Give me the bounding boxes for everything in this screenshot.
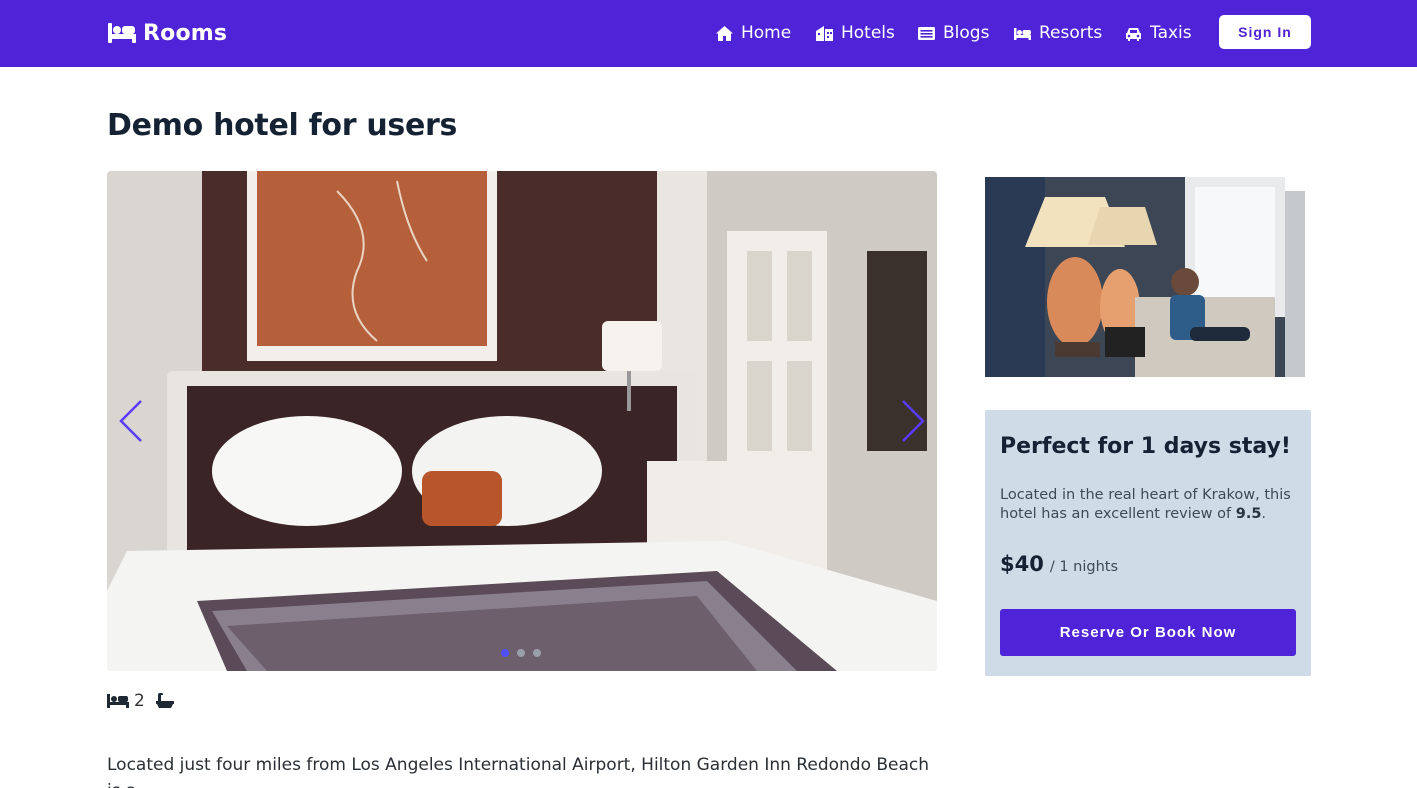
carousel-dot-2[interactable] bbox=[517, 649, 525, 657]
brand-logo-link[interactable]: Rooms bbox=[107, 19, 227, 47]
nav-link-taxis-label: Taxis bbox=[1150, 23, 1192, 43]
price-unit: / 1 nights bbox=[1049, 559, 1119, 575]
newspaper-icon bbox=[918, 26, 935, 40]
booking-card: Perfect for 1 days stay! Located in the … bbox=[985, 410, 1311, 676]
car-icon bbox=[1126, 27, 1141, 41]
price-amount: $40 bbox=[1000, 552, 1044, 576]
side-gallery-photo[interactable] bbox=[985, 177, 1311, 377]
booking-title: Perfect for 1 days stay! bbox=[1000, 434, 1291, 459]
nav-link-home[interactable]: Home bbox=[715, 20, 791, 46]
sign-in-button[interactable]: Sign In bbox=[1219, 15, 1311, 49]
nav-link-hotels-label: Hotels bbox=[841, 23, 895, 43]
chevron-left-icon bbox=[119, 400, 142, 442]
nav-link-blogs-label: Blogs bbox=[943, 23, 990, 43]
nav-link-resorts[interactable]: Resorts bbox=[1013, 20, 1102, 46]
nav-link-taxis[interactable]: Taxis bbox=[1124, 20, 1192, 46]
hotel-image-carousel[interactable] bbox=[107, 171, 937, 671]
price-row: $40 / 1 nights bbox=[1000, 552, 1118, 576]
room-amenities: 2 bbox=[107, 690, 176, 712]
top-navbar: Rooms Home Hotels Blogs Resorts Taxis Si… bbox=[0, 0, 1417, 67]
carousel-dot-3[interactable] bbox=[533, 649, 541, 657]
chevron-right-icon bbox=[902, 400, 925, 442]
reserve-button[interactable]: Reserve Or Book Now bbox=[1000, 609, 1296, 656]
bed-count: 2 bbox=[134, 691, 145, 711]
carousel-prev-button[interactable] bbox=[115, 397, 145, 445]
booking-description: Located in the real heart of Krakow, thi… bbox=[1000, 486, 1300, 524]
nav-link-hotels[interactable]: Hotels bbox=[815, 20, 895, 46]
lounge-photo bbox=[985, 177, 1305, 377]
home-icon bbox=[716, 25, 733, 41]
hotel-icon bbox=[816, 25, 833, 41]
nav-link-resorts-label: Resorts bbox=[1039, 23, 1103, 43]
hotel-description: Located just four miles from Los Angeles… bbox=[107, 755, 930, 788]
bed-icon bbox=[1014, 27, 1031, 40]
nav-link-home-label: Home bbox=[741, 23, 792, 43]
carousel-next-button[interactable] bbox=[899, 397, 929, 445]
bed-icon bbox=[108, 23, 136, 43]
brand-name: Rooms bbox=[143, 20, 228, 46]
bathtub-icon bbox=[155, 693, 174, 708]
carousel-pagination bbox=[501, 649, 549, 657]
nav-link-blogs[interactable]: Blogs bbox=[917, 20, 989, 46]
booking-description-end: . bbox=[1261, 506, 1267, 522]
carousel-dot-1[interactable] bbox=[501, 649, 509, 657]
hotel-room-photo bbox=[107, 171, 937, 671]
page-title: Demo hotel for users bbox=[107, 108, 458, 143]
bed-icon bbox=[107, 694, 129, 708]
review-score: 9.5 bbox=[1235, 506, 1262, 522]
